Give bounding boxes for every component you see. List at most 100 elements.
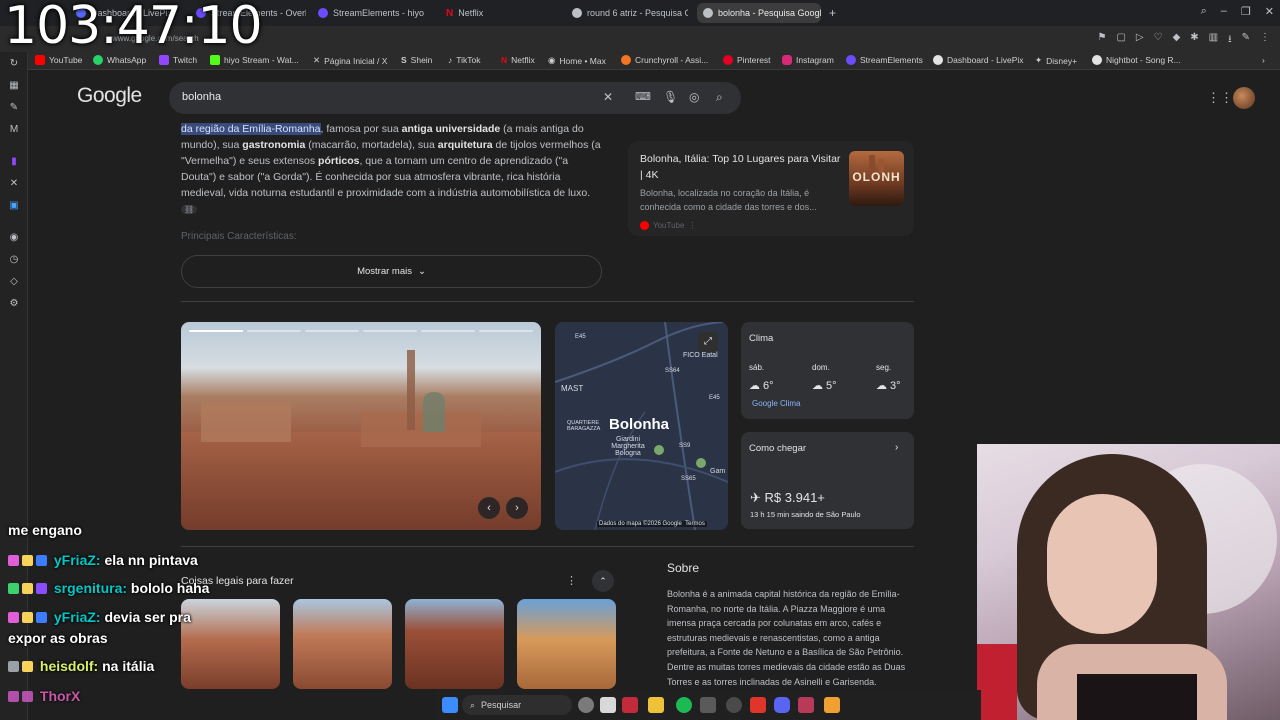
search-box[interactable]: bolonha ✕ ⌨ 🎙 ◎ ⌕ <box>169 82 741 114</box>
app-icon[interactable] <box>824 697 840 713</box>
city-photo[interactable]: ‹ › <box>181 322 541 530</box>
x-icon[interactable]: ✕ <box>8 178 20 190</box>
attraction-thumbnail[interactable] <box>181 599 280 689</box>
download-icon[interactable]: ⭳ <box>1228 32 1232 49</box>
screenshot-icon[interactable]: ▢ <box>1116 32 1125 49</box>
attraction-thumbnail[interactable] <box>517 599 616 689</box>
attraction-thumbnail[interactable] <box>293 599 392 689</box>
bookmark-livepix[interactable]: Dashboard - LivePix <box>933 55 1024 65</box>
bookmark-netflix[interactable]: N Netflix <box>501 55 535 65</box>
maximize-icon[interactable]: ❐ <box>1241 5 1251 18</box>
google-weather-link[interactable]: Google Clima <box>752 399 800 408</box>
minimize-icon[interactable]: – <box>1221 5 1227 18</box>
show-more-button[interactable]: Mostrar mais ⌄ <box>181 255 602 288</box>
bookmark-hiyo-stream[interactable]: hiyo Stream - Wat... <box>210 55 299 65</box>
window-controls: ⌕ – ❐ ✕ <box>1201 5 1274 18</box>
bookmark-max[interactable]: ◉ Home • Max <box>548 55 606 66</box>
heart-icon[interactable]: ♡ <box>1154 32 1163 49</box>
terminal-icon[interactable] <box>600 697 616 713</box>
tab-round6[interactable]: round 6 atriz - Pesquisa Google <box>566 3 688 23</box>
more-icon[interactable]: ⋮ <box>566 574 577 587</box>
road-label: SS64 <box>665 368 680 374</box>
history-icon[interactable]: ↻ <box>8 58 20 70</box>
folder-icon[interactable] <box>648 697 664 713</box>
lens-icon[interactable]: ◎ <box>689 90 699 104</box>
netflix-icon: N <box>446 7 454 19</box>
close-icon[interactable]: ✕ <box>1265 5 1274 18</box>
weather-card[interactable]: Clima sáb. dom. seg. ☁ 6° ☁ 5° ☁ 3° Google … <box>741 322 914 419</box>
twitch-icon[interactable]: ▮ <box>8 156 20 168</box>
obs-icon[interactable] <box>726 697 742 713</box>
badge-icon <box>22 612 33 623</box>
bookmark-whatsapp[interactable]: WhatsApp <box>93 55 146 65</box>
bookmark-shein[interactable]: S Shein <box>401 55 432 65</box>
settings-icon[interactable]: ⚙ <box>8 298 20 310</box>
bookmark-youtube[interactable]: YouTube <box>35 55 82 65</box>
bookmark-nightbot[interactable]: Nightbot - Song R... <box>1092 55 1181 65</box>
taskbar-search[interactable]: ⌕ Pesquisar <box>462 695 572 715</box>
avatar[interactable] <box>1233 87 1255 109</box>
bookmark-tiktok[interactable]: ♪ TikTok <box>448 55 481 65</box>
link-icon[interactable]: ⛓ <box>181 205 198 214</box>
play-icon[interactable]: ▷ <box>1136 32 1144 49</box>
google-icon <box>572 8 582 18</box>
search-icon[interactable]: ⌕ <box>716 90 723 105</box>
mail-icon[interactable]: M <box>8 124 20 136</box>
spotify-icon[interactable] <box>676 697 692 713</box>
tab-bolonha[interactable]: bolonha - Pesquisa Google <box>697 3 821 23</box>
keyboard-icon[interactable]: ⌨ <box>635 90 651 103</box>
clock-icon[interactable]: ◷ <box>8 254 20 266</box>
bookmark-twitch[interactable]: Twitch <box>159 55 197 65</box>
play-circle-icon[interactable]: ◉ <box>8 232 20 244</box>
bookmark-disney[interactable]: ✦ Disney+ <box>1035 55 1077 66</box>
puzzle-icon[interactable]: ✱ <box>1190 32 1198 49</box>
about-text: Bolonha é a animada capital histórica da… <box>667 589 906 687</box>
record-icon[interactable] <box>750 697 766 713</box>
sidebar-icon[interactable]: ▥ <box>1209 32 1218 49</box>
collapse-button[interactable]: ⌃ <box>592 570 614 592</box>
more-icon[interactable]: ⋮ <box>688 221 696 230</box>
bookmark-label: YouTube <box>49 55 83 65</box>
bookmarks-overflow-icon[interactable]: › <box>1262 55 1265 65</box>
bookmark-x[interactable]: ✕ Página Inicial / X <box>313 55 387 66</box>
photo-next-button[interactable]: › <box>506 497 528 519</box>
price-value: R$ 3.941+ <box>764 490 825 505</box>
apps-icon[interactable]: ▦ <box>8 80 20 92</box>
snippet-bold: gastronomia <box>242 139 306 151</box>
map[interactable]: FICO Eatal MAST QUARTIERE BARAGAZZA Giar… <box>555 322 728 530</box>
ai-icon[interactable]: ✎ <box>1242 32 1250 49</box>
clear-icon[interactable]: ✕ <box>603 90 613 104</box>
alien-icon[interactable] <box>578 697 594 713</box>
bookmark-streamelements[interactable]: StreamElements <box>846 55 923 65</box>
bookmark-icon[interactable]: ⚑ <box>1097 32 1106 49</box>
terms-link[interactable]: Termos <box>685 521 705 527</box>
bookmark-pinterest[interactable]: Pinterest <box>723 55 771 65</box>
app-icon[interactable] <box>622 697 638 713</box>
chat-text: me engano <box>8 522 82 538</box>
windows-start-icon[interactable] <box>442 697 458 713</box>
microphone-icon[interactable]: 🎙 <box>663 90 678 104</box>
tab-netflix[interactable]: N Netflix <box>440 3 560 23</box>
steam-icon[interactable] <box>700 697 716 713</box>
extension-icon[interactable]: ◆ <box>1173 32 1181 49</box>
video-thumbnail[interactable]: OLONH <box>849 151 904 206</box>
search-tabs-icon[interactable]: ⌕ <box>1201 5 1207 18</box>
extensions-icon[interactable]: ◇ <box>8 276 20 288</box>
search-input[interactable]: bolonha <box>182 91 221 103</box>
edit-icon[interactable]: ✎ <box>8 102 20 114</box>
expand-map-icon[interactable]: ⤢ <box>698 332 718 352</box>
video-title[interactable]: Bolonha, Itália: Top 10 Lugares para Vis… <box>640 151 845 183</box>
translate-icon[interactable]: ▣ <box>8 200 20 212</box>
google-logo[interactable]: Google <box>77 84 142 108</box>
menu-icon[interactable]: ⋮ <box>1260 32 1270 49</box>
directions-card[interactable]: Como chegar › ✈ R$ 3.941+ 13 h 15 min sa… <box>741 432 914 529</box>
bookmark-instagram[interactable]: Instagram <box>782 55 834 65</box>
attraction-thumbnail[interactable] <box>405 599 504 689</box>
discord-icon[interactable] <box>774 697 790 713</box>
video-card[interactable]: Bolonha, Itália: Top 10 Lugares para Vis… <box>628 141 914 236</box>
app-icon[interactable] <box>798 697 814 713</box>
new-tab-button[interactable]: + <box>823 3 839 23</box>
bookmark-crunchyroll[interactable]: Crunchyroll - Assi... <box>621 55 708 65</box>
photo-prev-button[interactable]: ‹ <box>478 497 500 519</box>
tab-streamelements-hiyo[interactable]: StreamElements - hiyo <box>312 3 432 23</box>
